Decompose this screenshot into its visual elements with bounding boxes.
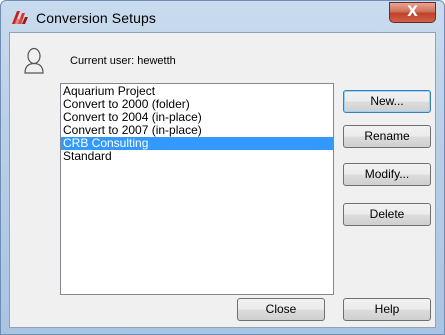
conversion-setup-list[interactable]: Aquarium Project Convert to 2000 (folder)… (60, 83, 334, 295)
rename-button[interactable]: Rename (343, 125, 431, 148)
close-window-button[interactable]: X (389, 2, 436, 23)
delete-button[interactable]: Delete (343, 203, 431, 226)
current-user-label: Current user: hewetth (70, 55, 176, 67)
dialog-body: Current user: hewetth Aquarium Project Co… (9, 32, 436, 328)
modify-button[interactable]: Modify... (343, 163, 431, 186)
close-button[interactable]: Close (237, 298, 325, 321)
conversion-setups-dialog: Conversion Setups X Current user: hewett… (0, 0, 445, 335)
window-title: Conversion Setups (36, 10, 156, 26)
new-button[interactable]: New... (343, 90, 431, 113)
list-item[interactable]: Standard (61, 150, 333, 163)
help-button[interactable]: Help (343, 298, 431, 321)
user-silhouette-icon (23, 47, 45, 75)
app-icon (11, 9, 29, 25)
close-icon: X (407, 4, 418, 20)
title-bar[interactable]: Conversion Setups X (1, 1, 444, 33)
